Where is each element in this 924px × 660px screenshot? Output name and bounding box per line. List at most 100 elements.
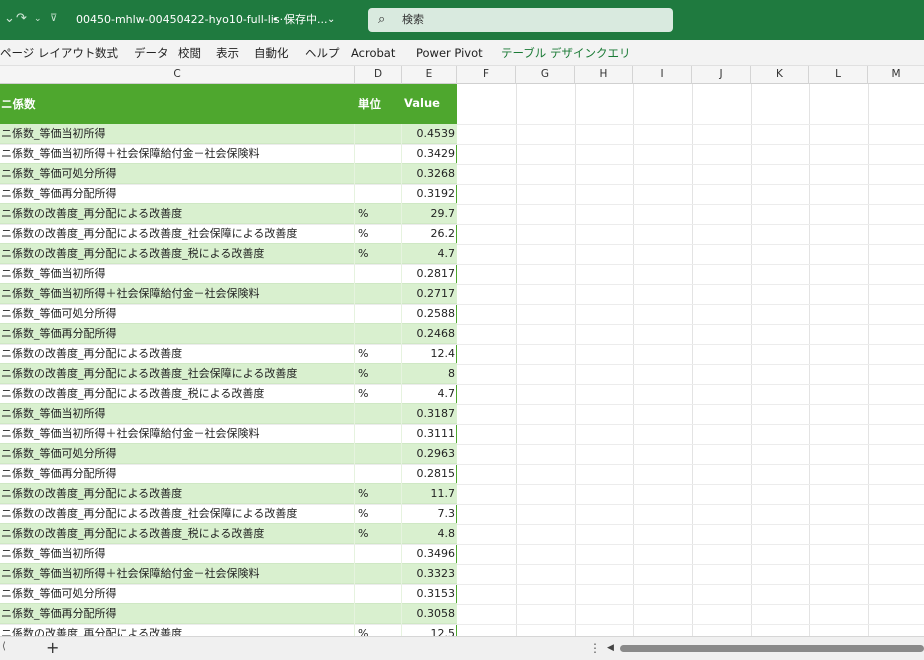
- cell-indicator[interactable]: ニ係数_等価当初所得: [1, 544, 353, 563]
- cell-indicator[interactable]: ニ係数_等価当初所得＋社会保障給付金－社会保険料: [1, 144, 353, 163]
- cell-value[interactable]: 0.3192: [402, 184, 456, 203]
- cell-indicator[interactable]: ニ係数の改善度_再分配による改善度_社会保障による改善度: [1, 364, 353, 383]
- cell-indicator[interactable]: ニ係数_等価当初所得: [1, 264, 353, 283]
- header-unit[interactable]: 単位: [358, 96, 381, 112]
- more-options-icon[interactable]: ⋮: [589, 641, 601, 655]
- tab-review[interactable]: 校閲: [178, 46, 201, 60]
- cell-value[interactable]: 0.2717: [402, 284, 456, 303]
- column-header-l[interactable]: L: [809, 66, 868, 84]
- column-header-m[interactable]: M: [868, 66, 924, 84]
- tab-view[interactable]: 表示: [216, 46, 239, 60]
- cell-value[interactable]: 0.3429: [402, 144, 456, 163]
- chevron-down-icon[interactable]: ⌄: [327, 12, 335, 28]
- cell-unit[interactable]: %: [358, 484, 402, 503]
- tab-data[interactable]: データ: [134, 46, 169, 60]
- tab-automate[interactable]: 自動化: [254, 46, 289, 60]
- cell-value[interactable]: 0.4539: [402, 124, 456, 143]
- cell-indicator[interactable]: ニ係数_等価当初所得: [1, 124, 353, 143]
- cell-indicator[interactable]: ニ係数_等価再分配所得: [1, 604, 353, 623]
- undo-chevron-icon[interactable]: ⌄: [4, 9, 15, 29]
- cell-indicator[interactable]: ニ係数の改善度_再分配による改善度: [1, 484, 353, 503]
- cell-indicator[interactable]: ニ係数_等価再分配所得: [1, 464, 353, 483]
- search-box[interactable]: ⌕ 検索: [368, 8, 673, 32]
- customize-qat-icon[interactable]: ⊽: [50, 9, 57, 29]
- tab-acrobat[interactable]: Acrobat: [351, 46, 395, 60]
- cell-indicator[interactable]: ニ係数_等価再分配所得: [1, 324, 353, 343]
- cell-indicator[interactable]: ニ係数の改善度_再分配による改善度: [1, 204, 353, 223]
- cell-value[interactable]: 0.3058: [402, 604, 456, 623]
- redo-dropdown-icon[interactable]: ⌄: [34, 9, 42, 29]
- cell-indicator[interactable]: ニ係数の改善度_再分配による改善度_税による改善度: [1, 244, 353, 263]
- cell-unit[interactable]: %: [358, 524, 402, 543]
- column-header-h[interactable]: H: [575, 66, 633, 84]
- cell-value[interactable]: 26.2: [402, 224, 456, 243]
- cell-value[interactable]: 0.2963: [402, 444, 456, 463]
- cell-indicator[interactable]: ニ係数_等価可処分所得: [1, 304, 353, 323]
- scroll-left-icon[interactable]: ◀: [607, 643, 614, 653]
- cell-indicator[interactable]: ニ係数_等価当初所得＋社会保障給付金－社会保険料: [1, 284, 353, 303]
- cell-value[interactable]: 0.2468: [402, 324, 456, 343]
- tab-table-design[interactable]: テーブル デザイン: [501, 46, 596, 60]
- cell-unit[interactable]: %: [358, 504, 402, 523]
- cell-value[interactable]: 12.5: [402, 624, 456, 636]
- cell-indicator[interactable]: ニ係数_等価再分配所得: [1, 184, 353, 203]
- cell-value[interactable]: 29.7: [402, 204, 456, 223]
- tab-power-pivot[interactable]: Power Pivot: [416, 46, 483, 60]
- cell-unit[interactable]: %: [358, 364, 402, 383]
- cell-value[interactable]: 4.7: [402, 384, 456, 403]
- cell-unit[interactable]: %: [358, 344, 402, 363]
- cell-value[interactable]: 0.3496: [402, 544, 456, 563]
- cell-indicator[interactable]: ニ係数_等価可処分所得: [1, 444, 353, 463]
- cell-value[interactable]: 8: [402, 364, 455, 383]
- tab-formulas[interactable]: 数式: [95, 46, 118, 60]
- cell-value[interactable]: 0.2815: [402, 464, 456, 483]
- cell-indicator[interactable]: ニ係数_等価当初所得＋社会保障給付金－社会保険料: [1, 424, 353, 443]
- header-value[interactable]: Value: [404, 96, 440, 110]
- worksheet-grid[interactable]: ニ係数 単位 Value ニ係数_等価当初所得 0.4539 ニ係数_等価当初所得＋…: [0, 84, 924, 636]
- file-name[interactable]: 00450-mhlw-00450422-hyo10-full-lis···: [76, 12, 290, 28]
- horizontal-scrollbar[interactable]: [620, 645, 924, 652]
- save-status[interactable]: 保存中...: [284, 12, 328, 28]
- cell-indicator[interactable]: ニ係数の改善度_再分配による改善度: [1, 344, 353, 363]
- cell-value[interactable]: 12.4: [402, 344, 456, 363]
- cell-unit[interactable]: %: [358, 224, 402, 243]
- cell-value[interactable]: 0.3111: [402, 424, 456, 443]
- cell-value[interactable]: 0.3268: [402, 164, 456, 183]
- cell-unit[interactable]: %: [358, 384, 402, 403]
- cell-value[interactable]: 4.8: [402, 524, 456, 543]
- cell-unit[interactable]: %: [358, 624, 402, 636]
- cell-indicator[interactable]: ニ係数の改善度_再分配による改善度_社会保障による改善度: [1, 504, 353, 523]
- cell-indicator[interactable]: ニ係数_等価可処分所得: [1, 584, 353, 603]
- tab-page-layout[interactable]: ページ レイアウト: [0, 46, 95, 60]
- column-header-i[interactable]: I: [633, 66, 692, 84]
- cell-unit[interactable]: %: [358, 244, 402, 263]
- column-header-g[interactable]: G: [516, 66, 575, 84]
- tab-help[interactable]: ヘルプ: [305, 46, 340, 60]
- cell-value[interactable]: 7.3: [402, 504, 456, 523]
- cell-value[interactable]: 0.3323: [402, 564, 456, 583]
- cell-value[interactable]: 0.3187: [402, 404, 456, 423]
- cell-indicator[interactable]: ニ係数の改善度_再分配による改善度: [1, 624, 353, 636]
- column-header-d[interactable]: D: [355, 66, 402, 84]
- cell-value[interactable]: 0.3153: [402, 584, 456, 603]
- column-header-f[interactable]: F: [457, 66, 516, 84]
- header-gini[interactable]: ニ係数: [1, 96, 36, 112]
- cell-value[interactable]: 11.7: [402, 484, 456, 503]
- add-sheet-button[interactable]: +: [46, 639, 59, 657]
- cell-indicator[interactable]: ニ係数の改善度_再分配による改善度_税による改善度: [1, 384, 353, 403]
- cell-indicator[interactable]: ニ係数の改善度_再分配による改善度_社会保障による改善度: [1, 224, 353, 243]
- column-header-c[interactable]: C: [0, 66, 355, 84]
- sheet-nav-left-icon[interactable]: ⟨: [2, 641, 6, 652]
- cell-indicator[interactable]: ニ係数の改善度_再分配による改善度_税による改善度: [1, 524, 353, 543]
- tab-query[interactable]: クエリ: [596, 46, 631, 60]
- column-header-e[interactable]: E: [402, 66, 457, 84]
- cell-value[interactable]: 4.7: [402, 244, 456, 263]
- column-header-j[interactable]: J: [692, 66, 751, 84]
- cell-unit[interactable]: %: [358, 204, 402, 223]
- cell-value[interactable]: 0.2817: [402, 264, 456, 283]
- cell-indicator[interactable]: ニ係数_等価当初所得: [1, 404, 353, 423]
- cell-indicator[interactable]: ニ係数_等価可処分所得: [1, 164, 353, 183]
- redo-icon[interactable]: ↷: [16, 9, 27, 29]
- cell-indicator[interactable]: ニ係数_等価当初所得＋社会保障給付金－社会保険料: [1, 564, 353, 583]
- column-header-k[interactable]: K: [751, 66, 809, 84]
